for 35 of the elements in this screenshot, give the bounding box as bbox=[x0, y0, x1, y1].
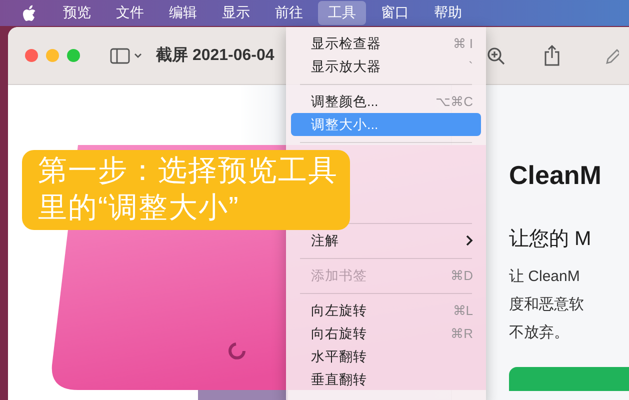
page-heading: CleanM bbox=[509, 159, 602, 192]
shortcut-label: ⌘D bbox=[450, 268, 473, 283]
menu-bar-item[interactable]: 工具 bbox=[318, 1, 366, 25]
menu-item[interactable]: 向右旋转 ⌘R bbox=[291, 322, 481, 345]
menu-bar-item[interactable]: 显示 bbox=[212, 1, 260, 25]
menu-bar-item[interactable]: 文件 bbox=[106, 1, 154, 25]
shortcut-label: ⌘ I bbox=[452, 36, 473, 51]
zoom-in-icon[interactable] bbox=[487, 46, 506, 64]
shortcut-label: ` bbox=[468, 59, 473, 74]
shortcut-label: ⌘R bbox=[450, 326, 473, 341]
menu-bar-item[interactable]: 编辑 bbox=[159, 1, 207, 25]
menu-item[interactable]: 显示放大器 ` bbox=[291, 55, 481, 78]
menu-bar-item[interactable]: 窗口 bbox=[371, 1, 419, 25]
menu-item[interactable]: 显示检查器 ⌘ I bbox=[291, 32, 481, 55]
apple-logo-icon[interactable] bbox=[22, 4, 36, 22]
page-subheading: 让您的 M bbox=[509, 227, 592, 252]
menu-bar-item[interactable]: 预览 bbox=[53, 1, 101, 25]
shortcut-label: ⌥⌘C bbox=[436, 94, 473, 109]
menu-bar-item[interactable]: 前往 bbox=[265, 1, 313, 25]
pen-icon[interactable] bbox=[605, 46, 620, 64]
page-paragraph: 让 CleanM 度和恶意软 不放弃。 bbox=[509, 267, 585, 343]
zoom-button[interactable] bbox=[67, 49, 80, 62]
menu-item[interactable]: 垂直翻转 bbox=[291, 368, 481, 391]
menu-item[interactable]: 水平翻转 bbox=[291, 345, 481, 368]
menu-bar-item[interactable]: 帮助 bbox=[424, 1, 472, 25]
chevron-right-icon bbox=[466, 235, 473, 246]
shortcut-label: ⌘L bbox=[452, 303, 473, 318]
menu-item[interactable]: 注解 bbox=[291, 229, 481, 252]
window-title: 截屏 2021-06-04 bbox=[156, 46, 274, 66]
menu-item[interactable]: 向左旋转 ⌘L bbox=[291, 299, 481, 322]
share-icon[interactable] bbox=[544, 45, 560, 66]
close-button[interactable] bbox=[25, 49, 38, 62]
sidebar-toggle-icon[interactable] bbox=[110, 48, 142, 64]
step-annotation: 第一步：选择预览工具 里的“调整大小” bbox=[22, 150, 350, 230]
menu-item[interactable]: 调整颜色... ⌥⌘C bbox=[291, 90, 481, 113]
